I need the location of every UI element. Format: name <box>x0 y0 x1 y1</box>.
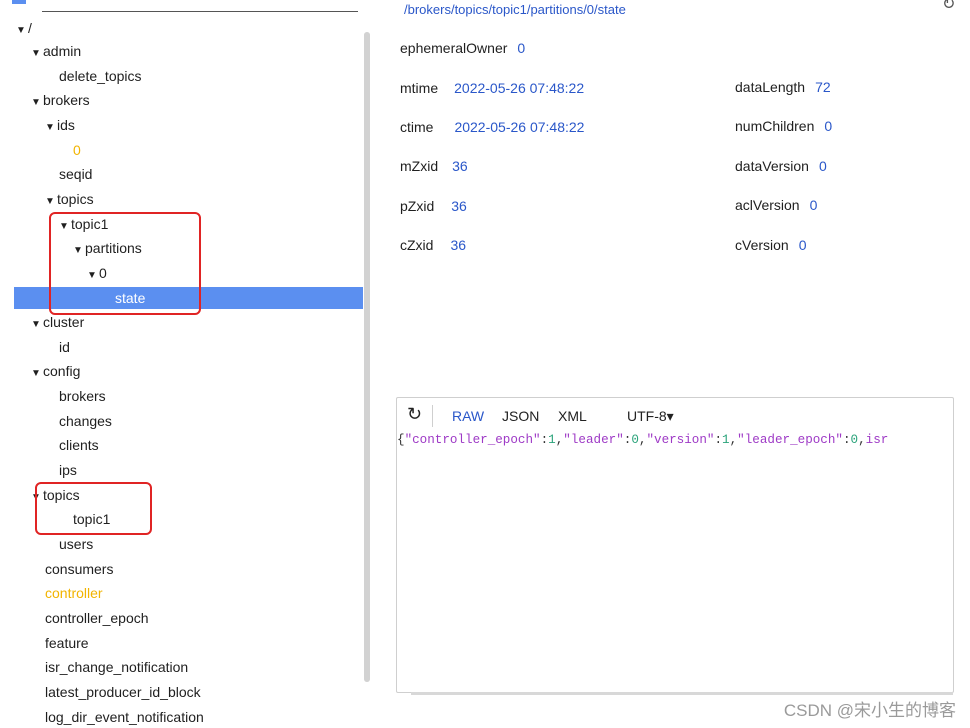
chevron-down-icon: ▼ <box>31 319 41 331</box>
tree-item-config-users[interactable]: users <box>59 533 93 555</box>
refresh-icon[interactable]: ↻ <box>942 0 955 14</box>
data-editor[interactable]: ↻ RAW JSON XML UTF-8▾ {"controller_epoch… <box>396 397 954 695</box>
chevron-down-icon: ▼ <box>31 368 41 380</box>
stat-ctime: ctime 2022-05-26 07:48:22 <box>400 119 585 135</box>
tree-item-label: isr_change_notification <box>45 659 189 676</box>
chevron-down-icon: ▼ <box>31 97 41 109</box>
tree-item-controller-epoch[interactable]: controller_epoch <box>45 607 149 629</box>
format-tab-xml[interactable]: XML <box>558 408 587 424</box>
tree-item-admin[interactable]: ▼ admin <box>31 40 81 62</box>
tree-item-label: delete_topics <box>59 67 142 84</box>
tree-item-label: id <box>59 338 70 355</box>
tree-item-label: brokers <box>59 388 106 405</box>
tree-item-label: brokers <box>43 92 90 109</box>
stat-ephemeral-owner: ephemeralOwner 0 <box>400 40 526 56</box>
tree-item-cluster-id[interactable]: id <box>59 336 70 358</box>
data-content[interactable]: {"controller_epoch":1,"leader":0,"versio… <box>397 433 953 447</box>
chevron-down-icon: ▼ <box>45 195 55 207</box>
tree-item-config-brokers[interactable]: brokers <box>59 385 106 407</box>
tree-item-ids[interactable]: ▼ ids <box>45 114 75 136</box>
stat-data-version: dataVersion 0 <box>735 158 827 174</box>
tree-item-label: latest_producer_id_block <box>45 683 201 700</box>
tree-item-label: ips <box>59 462 77 479</box>
editor-toolbar: ↻ RAW JSON XML UTF-8▾ <box>397 398 953 432</box>
watermark: CSDN @宋小生的博客 <box>783 701 956 720</box>
tree-item-brokers[interactable]: ▼ brokers <box>31 89 90 111</box>
tree-item-label: config <box>43 363 81 380</box>
tree-item-label: topics <box>57 190 94 207</box>
tree-item-label: seqid <box>59 166 93 183</box>
reload-icon[interactable]: ↻ <box>407 404 422 425</box>
tree-item-label: clients <box>59 437 99 454</box>
format-tab-json[interactable]: JSON <box>502 408 539 424</box>
znode-tree: ▼ / ▼ admin delete_topics ▼ brokers ▼ ids 0 seqid… <box>0 0 370 727</box>
stat-mtime: mtime 2022-05-26 07:48:22 <box>400 80 585 96</box>
highlight-box-config-topics <box>35 482 152 535</box>
tree-root[interactable]: ▼ / <box>16 17 32 39</box>
tree-item-topics[interactable]: ▼ topics <box>45 188 94 210</box>
tree-item-consumers[interactable]: consumers <box>45 558 113 580</box>
panel-corner-marker <box>12 0 26 4</box>
tree-item-isr-change-notification[interactable]: isr_change_notification <box>45 656 188 678</box>
tree-item-label: log_dir_event_notification <box>45 708 204 725</box>
tree-item-label: controller_epoch <box>45 609 149 626</box>
stat-c-version: cVersion 0 <box>735 237 807 253</box>
tree-item-feature[interactable]: feature <box>45 632 89 654</box>
tree-item-broker-0[interactable]: 0 <box>73 139 81 161</box>
tree-item-label: changes <box>59 412 112 429</box>
tree-item-seqid[interactable]: seqid <box>59 163 92 185</box>
tree-item-log-dir-event-notification[interactable]: log_dir_event_notification <box>45 706 204 728</box>
tree-item-delete-topics[interactable]: delete_topics <box>59 65 142 87</box>
tree-item-label: feature <box>45 634 89 651</box>
chevron-down-icon: ▼ <box>16 25 26 36</box>
tree-scrollbar-thumb[interactable] <box>364 32 370 682</box>
tree-item-label: controller <box>45 585 103 602</box>
stat-pzxid: pZxid 36 <box>400 198 467 214</box>
tree-item-controller[interactable]: controller <box>45 582 103 604</box>
highlight-box-partitions <box>49 212 201 315</box>
chevron-down-icon: ▼ <box>31 48 41 59</box>
tree-item-latest-producer-id-block[interactable]: latest_producer_id_block <box>45 681 201 703</box>
toolbar-divider <box>432 405 433 427</box>
tree-item-label: 0 <box>73 141 81 158</box>
stat-acl-version: aclVersion 0 <box>735 197 818 213</box>
format-tab-raw[interactable]: RAW <box>452 408 484 424</box>
tree-item-label: admin <box>43 43 82 59</box>
editor-horizontal-scrollbar[interactable] <box>411 692 953 695</box>
stat-czxid: cZxid 36 <box>400 237 467 253</box>
tree-item-config-clients[interactable]: clients <box>59 434 99 456</box>
tree-item-config[interactable]: ▼ config <box>31 360 80 382</box>
tree-item-label: cluster <box>43 314 85 331</box>
stat-num-children: numChildren 0 <box>735 118 833 134</box>
node-path: /brokers/topics/topic1/partitions/0/stat… <box>404 2 626 17</box>
tree-item-label: ids <box>57 116 75 133</box>
tree-top-divider <box>42 11 358 12</box>
tree-item-label: consumers <box>45 560 114 577</box>
tree-item-config-ips[interactable]: ips <box>59 459 77 481</box>
tree-item-config-changes[interactable]: changes <box>59 410 112 432</box>
stat-data-length: dataLength 72 <box>735 79 831 95</box>
encoding-select[interactable]: UTF-8▾ <box>627 408 674 425</box>
chevron-down-icon: ▼ <box>45 121 55 133</box>
tree-item-label: users <box>59 536 94 552</box>
stat-mzxid: mZxid 36 <box>400 158 468 174</box>
